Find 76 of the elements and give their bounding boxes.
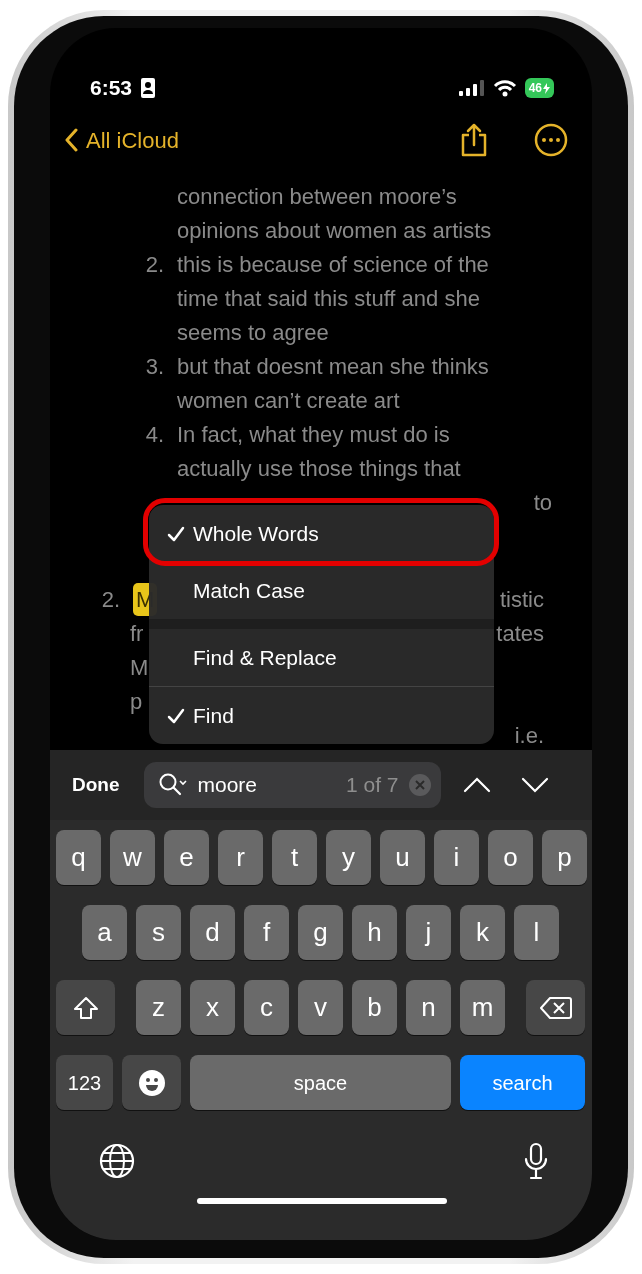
- letter-key[interactable]: j: [406, 905, 451, 960]
- letter-key[interactable]: c: [244, 980, 289, 1035]
- letter-key[interactable]: m: [460, 980, 505, 1035]
- note-text: women can’t create art: [177, 386, 400, 415]
- match-count: 1 of 7: [345, 772, 399, 799]
- letter-key[interactable]: q: [56, 830, 101, 885]
- note-text: In fact, what they must do is: [177, 420, 450, 449]
- menu-item[interactable]: Find: [149, 687, 494, 744]
- status-time: 6:53: [90, 75, 133, 102]
- note-text: but that doesnt mean she thinks: [177, 352, 489, 381]
- note-text: time that said this stuff and she: [177, 284, 480, 313]
- note-text: actually use those things that: [177, 454, 461, 483]
- back-chevron-icon: [64, 128, 78, 152]
- emoji-key[interactable]: [122, 1055, 181, 1110]
- letter-key[interactable]: g: [298, 905, 343, 960]
- back-link[interactable]: All iCloud: [64, 123, 179, 157]
- menu-item[interactable]: Find & Replace: [149, 629, 494, 686]
- more-icon[interactable]: [534, 123, 568, 157]
- letter-key[interactable]: p: [542, 830, 587, 885]
- letter-key[interactable]: d: [190, 905, 235, 960]
- search-bar[interactable]: moore 1 of 7: [143, 762, 441, 808]
- emoji-icon: [137, 1068, 166, 1097]
- letter-key[interactable]: o: [488, 830, 533, 885]
- wifi-icon: [492, 79, 517, 97]
- note-text: tates: [496, 619, 544, 648]
- search-key[interactable]: search: [460, 1055, 585, 1110]
- done-button[interactable]: Done: [72, 770, 120, 800]
- id-card-icon: [140, 77, 157, 99]
- note-text: fr: [130, 619, 144, 648]
- letter-key[interactable]: i: [434, 830, 479, 885]
- letter-key[interactable]: x: [190, 980, 235, 1035]
- space-bar[interactable]: space: [190, 1055, 451, 1110]
- chevron-up-icon[interactable]: [462, 777, 491, 793]
- letter-key[interactable]: a: [82, 905, 127, 960]
- note-text: i.e.: [514, 721, 544, 750]
- search-icon: [157, 772, 188, 798]
- letter-key[interactable]: e: [164, 830, 209, 885]
- letter-key[interactable]: r: [218, 830, 263, 885]
- letter-key[interactable]: f: [244, 905, 289, 960]
- note-text: to: [533, 488, 552, 517]
- note-text: tistic: [500, 585, 544, 614]
- list-number: 3.: [144, 352, 165, 381]
- note-text: seems to agree: [177, 318, 329, 347]
- note-text: M: [130, 653, 149, 682]
- letter-key[interactable]: z: [136, 980, 181, 1035]
- battery-indicator: 46: [524, 78, 554, 98]
- chevron-down-icon[interactable]: [520, 777, 549, 793]
- shift-icon: [72, 995, 99, 1020]
- letter-key[interactable]: n: [406, 980, 451, 1035]
- globe-icon[interactable]: [98, 1142, 136, 1180]
- note-text: opinions about women as artists: [177, 216, 492, 245]
- shift-key[interactable]: [56, 980, 115, 1035]
- signal-icon: [458, 80, 485, 96]
- letter-key[interactable]: k: [460, 905, 505, 960]
- microphone-icon[interactable]: [523, 1142, 549, 1180]
- note-text: this is because of science of the: [177, 250, 489, 279]
- numbers-key[interactable]: 123: [56, 1055, 113, 1110]
- letter-key[interactable]: b: [352, 980, 397, 1035]
- menu-item[interactable]: Whole Words: [149, 505, 494, 562]
- search-field[interactable]: moore: [197, 769, 318, 801]
- delete-key[interactable]: [526, 980, 585, 1035]
- letter-key[interactable]: u: [380, 830, 425, 885]
- letter-key[interactable]: w: [110, 830, 155, 885]
- note-text: p: [130, 687, 143, 716]
- letter-key[interactable]: y: [326, 830, 371, 885]
- letter-key[interactable]: s: [136, 905, 181, 960]
- letter-key[interactable]: h: [352, 905, 397, 960]
- list-number: 2.: [144, 250, 165, 279]
- list-number: 2.: [100, 585, 121, 614]
- backspace-icon: [539, 995, 572, 1020]
- letter-key[interactable]: t: [272, 830, 317, 885]
- letter-key[interactable]: v: [298, 980, 343, 1035]
- note-text: connection between moore’s: [177, 182, 457, 211]
- list-number: 4.: [144, 420, 165, 449]
- share-icon[interactable]: [460, 123, 488, 157]
- letter-key[interactable]: l: [514, 905, 559, 960]
